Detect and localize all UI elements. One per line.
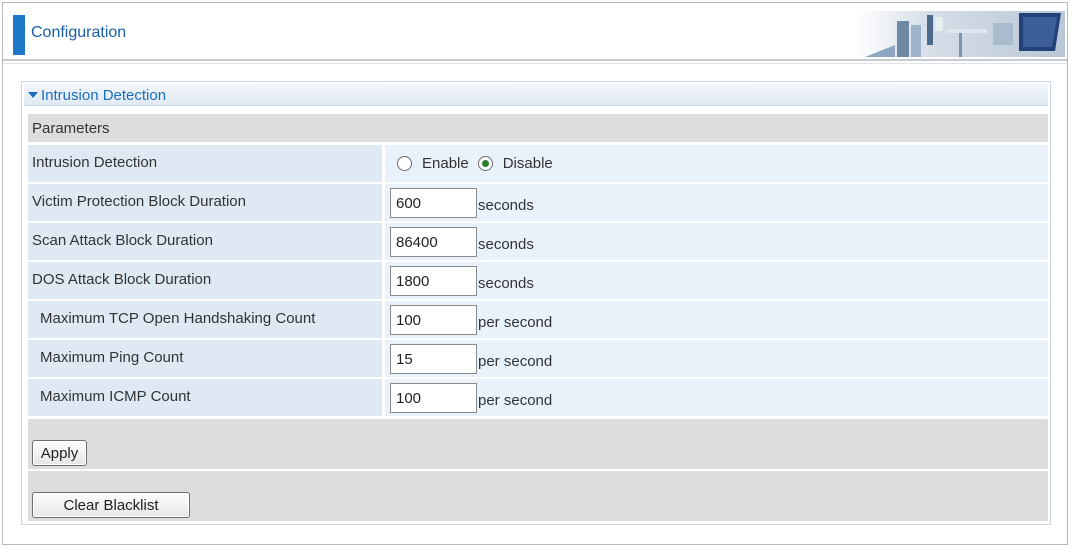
- row-value-cell: seconds: [385, 223, 1048, 260]
- header-divider: [3, 59, 1067, 61]
- scan-attack-row: Scan Attack Block Duration seconds: [28, 223, 1048, 260]
- row-value-cell: per second: [385, 301, 1048, 338]
- row-value-cell: Enable Disable: [385, 145, 1048, 182]
- header-accent-bar: [13, 15, 25, 55]
- row-label: Maximum TCP Open Handshaking Count: [40, 310, 316, 327]
- apply-button[interactable]: Apply: [32, 440, 87, 466]
- unit-label: seconds: [478, 275, 534, 292]
- office-illustration-icon: [855, 11, 1065, 57]
- unit-label: seconds: [478, 236, 534, 253]
- max-tcp-handshake-row: Maximum TCP Open Handshaking Count per s…: [28, 301, 1048, 338]
- victim-protection-row: Victim Protection Block Duration seconds: [28, 184, 1048, 221]
- apply-button-row: Apply: [28, 419, 1048, 469]
- disable-radio[interactable]: [477, 156, 493, 171]
- row-value-cell: per second: [385, 340, 1048, 377]
- scan-attack-duration-input[interactable]: [390, 227, 477, 257]
- row-label-cell: Victim Protection Block Duration: [28, 184, 382, 221]
- intrusion-detection-radio-group: Enable Disable: [397, 155, 562, 172]
- page-frame: Configuration Intrusion Detection Parame…: [2, 2, 1068, 545]
- unit-label: per second: [478, 392, 553, 409]
- enable-radio-label[interactable]: Enable: [422, 155, 469, 172]
- row-value-cell: seconds: [385, 184, 1048, 221]
- max-ping-input[interactable]: [390, 344, 477, 374]
- victim-protection-duration-input[interactable]: [390, 188, 477, 218]
- row-value-cell: seconds: [385, 262, 1048, 299]
- row-label-cell: Intrusion Detection: [28, 145, 382, 182]
- unit-label: per second: [478, 353, 553, 370]
- row-label: Maximum ICMP Count: [40, 388, 191, 405]
- row-label: Scan Attack Block Duration: [32, 232, 213, 249]
- parameters-heading: Parameters: [32, 120, 110, 137]
- row-label-cell: DOS Attack Block Duration: [28, 262, 382, 299]
- row-label-cell: Maximum TCP Open Handshaking Count: [28, 301, 382, 338]
- max-tcp-handshake-input[interactable]: [390, 305, 477, 335]
- clear-blacklist-row: Clear Blacklist: [28, 471, 1048, 521]
- max-ping-row: Maximum Ping Count per second: [28, 340, 1048, 377]
- panel-title: Intrusion Detection: [41, 87, 167, 104]
- intrusion-detection-row: Intrusion Detection Enable Disable: [28, 145, 1048, 182]
- row-label: Victim Protection Block Duration: [32, 193, 246, 210]
- row-label-cell: Maximum Ping Count: [28, 340, 382, 377]
- row-label-cell: Scan Attack Block Duration: [28, 223, 382, 260]
- intrusion-detection-panel: Intrusion Detection Parameters Intrusion…: [21, 81, 1051, 525]
- dos-attack-row: DOS Attack Block Duration seconds: [28, 262, 1048, 299]
- page-header: Configuration: [3, 3, 1067, 64]
- dos-attack-duration-input[interactable]: [390, 266, 477, 296]
- clear-blacklist-button[interactable]: Clear Blacklist: [32, 492, 190, 518]
- row-label: Maximum Ping Count: [40, 349, 184, 366]
- enable-radio[interactable]: [397, 156, 412, 171]
- row-label: Intrusion Detection: [32, 154, 158, 171]
- disable-radio-label[interactable]: Disable: [503, 155, 553, 172]
- max-icmp-row: Maximum ICMP Count per second: [28, 379, 1048, 416]
- row-label-cell: Maximum ICMP Count: [28, 379, 382, 416]
- unit-label: seconds: [478, 197, 534, 214]
- panel-title-bar[interactable]: Intrusion Detection: [24, 84, 1048, 106]
- max-icmp-input[interactable]: [390, 383, 477, 413]
- triangle-down-icon[interactable]: [28, 92, 38, 98]
- row-value-cell: per second: [385, 379, 1048, 416]
- page-title: Configuration: [31, 24, 127, 41]
- unit-label: per second: [478, 314, 553, 331]
- row-label: DOS Attack Block Duration: [32, 271, 212, 288]
- parameters-header: Parameters: [28, 114, 1048, 142]
- header-divider-thin: [3, 63, 1067, 64]
